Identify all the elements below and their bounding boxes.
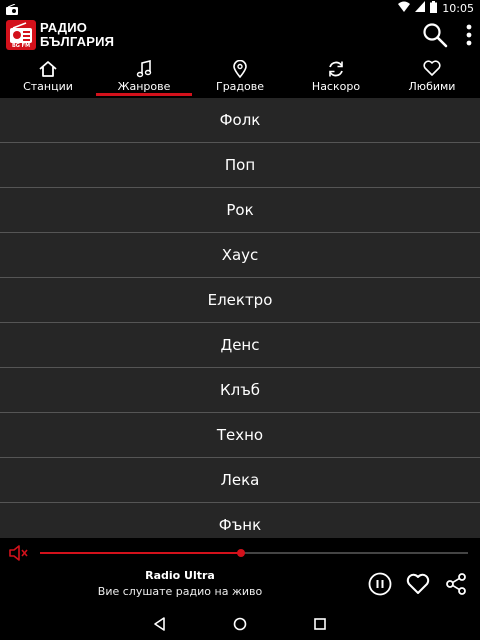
refresh-icon: [288, 60, 384, 80]
app-bar: BG FM РАДИО БЪЛГАРИЯ: [0, 16, 480, 56]
tab-genres[interactable]: Жанрове: [96, 56, 192, 98]
station-name: Radio Ultra: [145, 569, 215, 582]
tab-label: Наскоро: [311, 80, 361, 93]
battery-icon: [430, 0, 438, 16]
list-item[interactable]: Хаус: [0, 233, 480, 278]
system-nav-bar: [0, 610, 480, 640]
seek-thumb[interactable]: [237, 549, 246, 557]
seek-bar[interactable]: [40, 549, 468, 557]
list-item[interactable]: Фънк: [0, 503, 480, 538]
active-tab-indicator: [96, 93, 192, 96]
radio-logo-icon: BG FM: [6, 20, 36, 50]
tab-label: Любими: [408, 80, 456, 93]
logo-text: РАДИО БЪЛГАРИЯ: [40, 21, 114, 49]
logo-line-2: БЪЛГАРИЯ: [40, 34, 115, 49]
list-item[interactable]: Фолк: [0, 98, 480, 143]
list-item[interactable]: Клъб: [0, 368, 480, 413]
player-bar: Radio Ultra Вие слушате радио на живо: [0, 538, 480, 610]
list-item[interactable]: Техно: [0, 413, 480, 458]
list-item[interactable]: Лека: [0, 458, 480, 503]
volume-icon[interactable]: [8, 544, 28, 566]
status-bar: 10:05: [0, 0, 480, 16]
heart-icon: [384, 60, 480, 80]
tab-cities[interactable]: Градове: [192, 56, 288, 98]
seek-progress: [40, 552, 242, 554]
recents-icon[interactable]: [313, 616, 327, 636]
home-button-icon[interactable]: [232, 616, 248, 636]
genre-list: Фолк Поп Рок Хаус Електро Денс Клъб Техн…: [0, 98, 480, 538]
tab-stations[interactable]: Станции: [0, 56, 96, 98]
share-icon[interactable]: [444, 572, 468, 600]
pause-icon[interactable]: [368, 572, 392, 600]
tab-favorites[interactable]: Любими: [384, 56, 480, 98]
signal-icon: [415, 1, 426, 15]
now-playing: Radio Ultra Вие слушате радио на живо: [0, 568, 360, 600]
search-icon[interactable]: [422, 22, 448, 52]
station-status: Вие слушате радио на живо: [97, 585, 263, 598]
app-logo: BG FM РАДИО БЪЛГАРИЯ: [6, 20, 114, 50]
location-pin-icon: [192, 60, 288, 80]
logo-line-1: РАДИО: [40, 20, 88, 35]
wifi-icon: [398, 1, 411, 15]
favorite-heart-icon[interactable]: [406, 573, 430, 599]
tab-label: Станции: [23, 80, 73, 93]
back-icon[interactable]: [152, 616, 166, 636]
overflow-menu-icon[interactable]: [466, 23, 472, 51]
tab-label: Жанрове: [117, 80, 171, 93]
tab-recent[interactable]: Наскоро: [288, 56, 384, 98]
logo-badge: BG FM: [12, 43, 31, 49]
list-item[interactable]: Рок: [0, 188, 480, 233]
status-time: 10:05: [442, 1, 474, 15]
music-note-icon: [96, 60, 192, 80]
list-item[interactable]: Електро: [0, 278, 480, 323]
list-item[interactable]: Поп: [0, 143, 480, 188]
tab-label: Градове: [215, 80, 265, 93]
tab-bar: Станции Жанрове Градове Наскоро Любими: [0, 56, 480, 98]
home-icon: [0, 60, 96, 80]
list-item[interactable]: Денс: [0, 323, 480, 368]
